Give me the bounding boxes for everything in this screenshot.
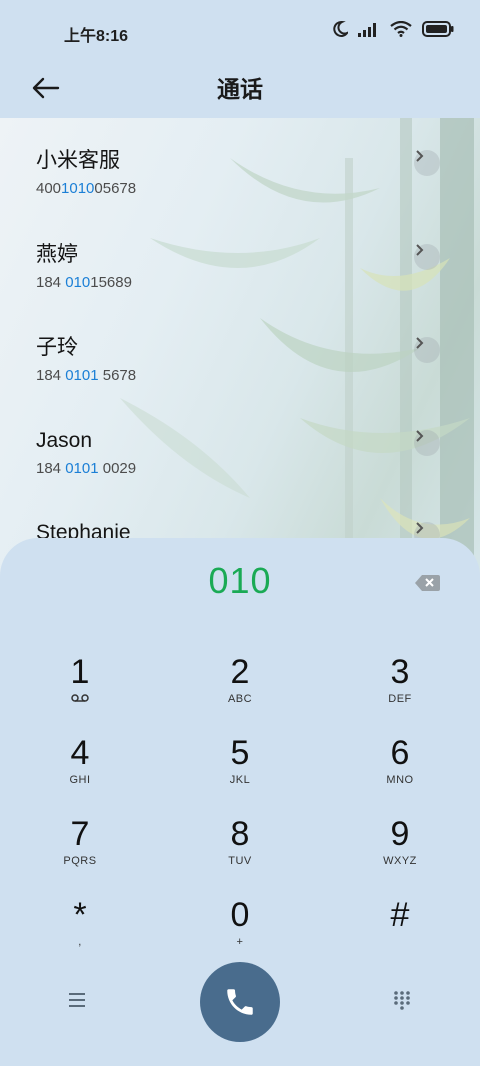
chevron-right-icon [416, 150, 424, 162]
key-digit: 8 [230, 815, 250, 853]
status-bar: 上午8:16 [0, 0, 480, 60]
key-letters: WXYZ [383, 855, 417, 867]
number-match: 0101 [65, 460, 99, 477]
contact-details-button[interactable] [414, 150, 440, 176]
contact-name: 子玲 [36, 336, 78, 359]
voicemail-icon [71, 694, 89, 702]
key-5[interactable]: 5 JKL [180, 733, 300, 805]
header: 通话 [0, 60, 480, 118]
key-letters: ABC [227, 693, 253, 705]
key-star[interactable]: * , [20, 895, 140, 967]
contact-details-button[interactable] [414, 430, 440, 456]
key-digit: # [390, 896, 410, 934]
contact-number: 184 0101 0029 [36, 460, 446, 477]
key-digit: 5 [230, 734, 250, 772]
key-9[interactable]: 9 WXYZ [340, 814, 460, 886]
chevron-right-icon [416, 430, 424, 442]
key-8[interactable]: 8 TUV [180, 814, 300, 886]
chevron-right-icon [416, 337, 424, 349]
voicemail-label [20, 693, 140, 707]
dialed-number: 010 [208, 560, 272, 601]
key-6[interactable]: 6 MNO [340, 733, 460, 805]
page-title: 通话 [217, 76, 263, 102]
key-digit: 4 [70, 734, 90, 772]
chevron-right-icon [416, 522, 424, 534]
bamboo-wallpaper: 小米客服 400101005678 燕婷 184 01015689 子玲 184… [0, 118, 480, 578]
key-digit: 7 [70, 815, 90, 853]
key-2[interactable]: 2 ABC [180, 652, 300, 724]
status-time: 上午8:16 [64, 28, 129, 45]
key-0[interactable]: 0 + [180, 895, 300, 967]
number-prefix: 400 [36, 180, 62, 197]
battery-icon [422, 21, 454, 37]
number-suffix: 0029 [98, 460, 137, 477]
key-letters [340, 936, 460, 950]
key-digit: 1 [70, 653, 90, 691]
key-digit: 2 [230, 653, 250, 691]
key-letters: TUV [228, 855, 252, 867]
backspace-icon [415, 575, 440, 591]
keypad-toggle-button[interactable] [392, 990, 412, 1010]
menu-icon [69, 993, 85, 1007]
key-letters: JKL [229, 774, 251, 786]
key-1[interactable]: 1 [20, 652, 140, 724]
phone-icon [227, 989, 253, 1015]
key-digit: 6 [390, 734, 410, 772]
number-match: 0101 [65, 367, 99, 384]
number-suffix: 5678 [98, 367, 137, 384]
signal-icon [358, 23, 376, 37]
key-letters: MNO [386, 774, 414, 786]
contact-number: 184 0101 5678 [36, 367, 446, 384]
contact-details-button[interactable] [414, 244, 440, 270]
number-match: 1010 [61, 180, 95, 197]
number-suffix: 15689 [90, 274, 132, 291]
contact-item[interactable]: 燕婷 184 01015689 [36, 240, 446, 310]
key-letters: + [236, 936, 244, 948]
contact-name: 小米客服 [36, 149, 120, 172]
number-prefix: 184 [36, 367, 66, 384]
menu-button[interactable] [66, 990, 90, 1010]
contact-details-button[interactable] [414, 337, 440, 363]
key-7[interactable]: 7 PQRS [20, 814, 140, 886]
number-match: 010 [65, 274, 91, 291]
key-letters: PQRS [63, 855, 97, 867]
bottom-bar [0, 960, 480, 1050]
number-prefix: 184 [36, 274, 66, 291]
chevron-right-icon [416, 244, 424, 256]
key-3[interactable]: 3 DEF [340, 652, 460, 724]
keypad-icon [394, 991, 410, 1010]
key-hash[interactable]: # [340, 895, 460, 967]
number-prefix: 184 [36, 460, 66, 477]
contact-number: 184 01015689 [36, 274, 446, 291]
key-digit: 9 [390, 815, 410, 853]
key-letters: GHI [69, 774, 91, 786]
key-4[interactable]: 4 GHI [20, 733, 140, 805]
contact-number: 400101005678 [36, 180, 446, 197]
contact-item[interactable]: Jason 184 0101 0029 [36, 426, 446, 496]
contact-name: 燕婷 [36, 243, 78, 266]
moon-icon [333, 20, 348, 37]
contact-name: Jason [36, 429, 93, 452]
key-digit: * [73, 896, 87, 934]
wifi-icon [390, 21, 412, 37]
key-digit: 3 [390, 653, 410, 691]
status-icons [332, 20, 454, 38]
call-button[interactable] [200, 962, 280, 1042]
number-suffix: 05678 [94, 180, 137, 197]
contact-item[interactable]: 子玲 184 0101 5678 [36, 333, 446, 403]
key-digit: 0 [230, 896, 250, 934]
backspace-button[interactable] [414, 574, 440, 592]
key-letters: DEF [388, 693, 412, 705]
contact-item[interactable]: 小米客服 400101005678 [36, 146, 446, 216]
key-letters: , [78, 936, 82, 948]
